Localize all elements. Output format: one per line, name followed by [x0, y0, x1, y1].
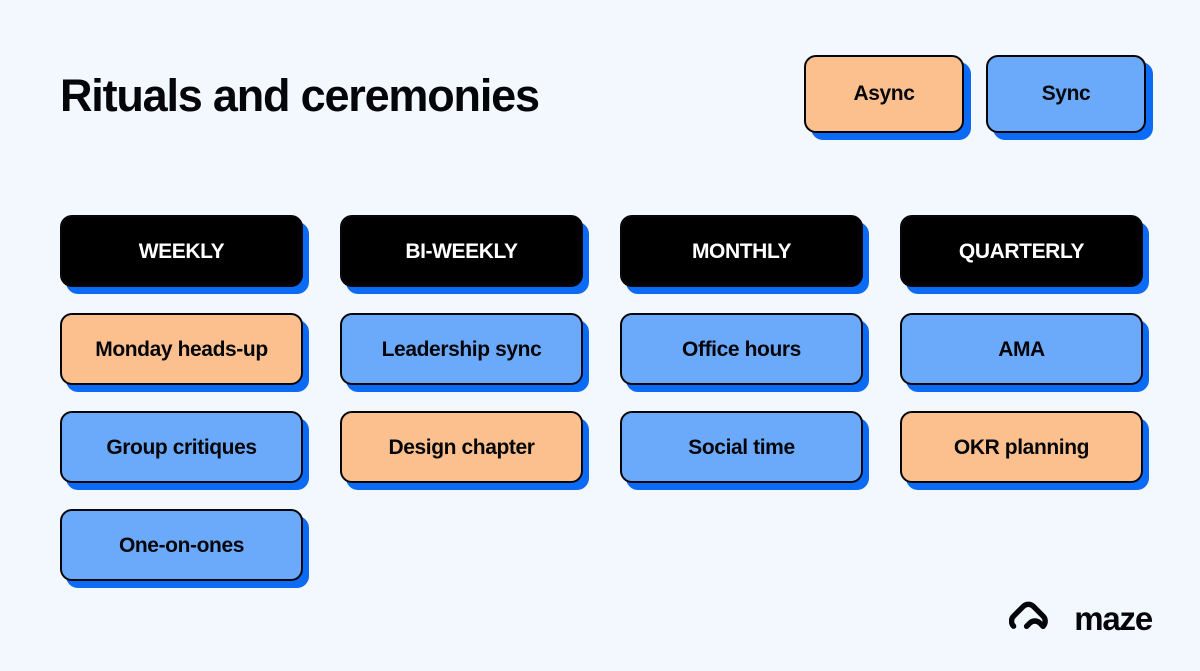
column-header: WEEKLY [60, 215, 303, 287]
legend: Async Sync [804, 55, 1146, 133]
ritual-card-label: Office hours [682, 337, 801, 361]
ritual-card-label: Monday heads-up [95, 337, 268, 361]
column-header: BI-WEEKLY [340, 215, 583, 287]
grid-column: WEEKLY Monday heads-up Group critiques One-… [60, 215, 303, 581]
brand-wordmark: maze [1074, 600, 1153, 637]
column-header-label: WEEKLY [138, 239, 225, 263]
ritual-card-label: One-on-ones [118, 533, 245, 557]
grid-column: QUARTERLY AMA OKR planning [900, 215, 1143, 581]
infographic-canvas: Rituals and ceremonies Async Sync WEEKLY M… [0, 0, 1200, 671]
legend-pill-async[interactable]: Async [804, 55, 964, 133]
legend-pill-sync[interactable]: Sync [986, 55, 1146, 133]
ritual-card-label: AMA [998, 337, 1045, 361]
ritual-card[interactable]: Leadership sync [340, 313, 583, 385]
rituals-grid: WEEKLY Monday heads-up Group critiques One-… [60, 215, 1145, 581]
ritual-card[interactable]: Office hours [620, 313, 863, 385]
ritual-card-label: Design chapter [388, 435, 535, 459]
grid-column: MONTHLY Office hours Social time [620, 215, 863, 581]
legend-pill-label: Async [853, 82, 915, 105]
ritual-card[interactable]: AMA [900, 313, 1143, 385]
column-header: QUARTERLY [900, 215, 1143, 287]
ritual-card-label: Social time [688, 435, 795, 459]
ritual-card-label: OKR planning [953, 435, 1090, 459]
brand-logo: maze [1009, 599, 1153, 638]
maze-logo-icon [1009, 599, 1061, 638]
ritual-card-label: Leadership sync [381, 337, 542, 361]
legend-pill-label: Sync [1041, 82, 1091, 105]
ritual-card[interactable]: Social time [620, 411, 863, 483]
column-header-label: QUARTERLY [958, 239, 1085, 263]
ritual-card[interactable]: One-on-ones [60, 509, 303, 581]
column-header: MONTHLY [620, 215, 863, 287]
column-header-label: MONTHLY [691, 239, 792, 263]
grid-column: BI-WEEKLY Leadership sync Design chapter [340, 215, 583, 581]
ritual-card[interactable]: Design chapter [340, 411, 583, 483]
ritual-card[interactable]: OKR planning [900, 411, 1143, 483]
ritual-card[interactable]: Monday heads-up [60, 313, 303, 385]
ritual-card-label: Group critiques [106, 435, 257, 459]
page-title: Rituals and ceremonies [60, 70, 540, 121]
ritual-card[interactable]: Group critiques [60, 411, 303, 483]
column-header-label: BI-WEEKLY [405, 239, 518, 263]
